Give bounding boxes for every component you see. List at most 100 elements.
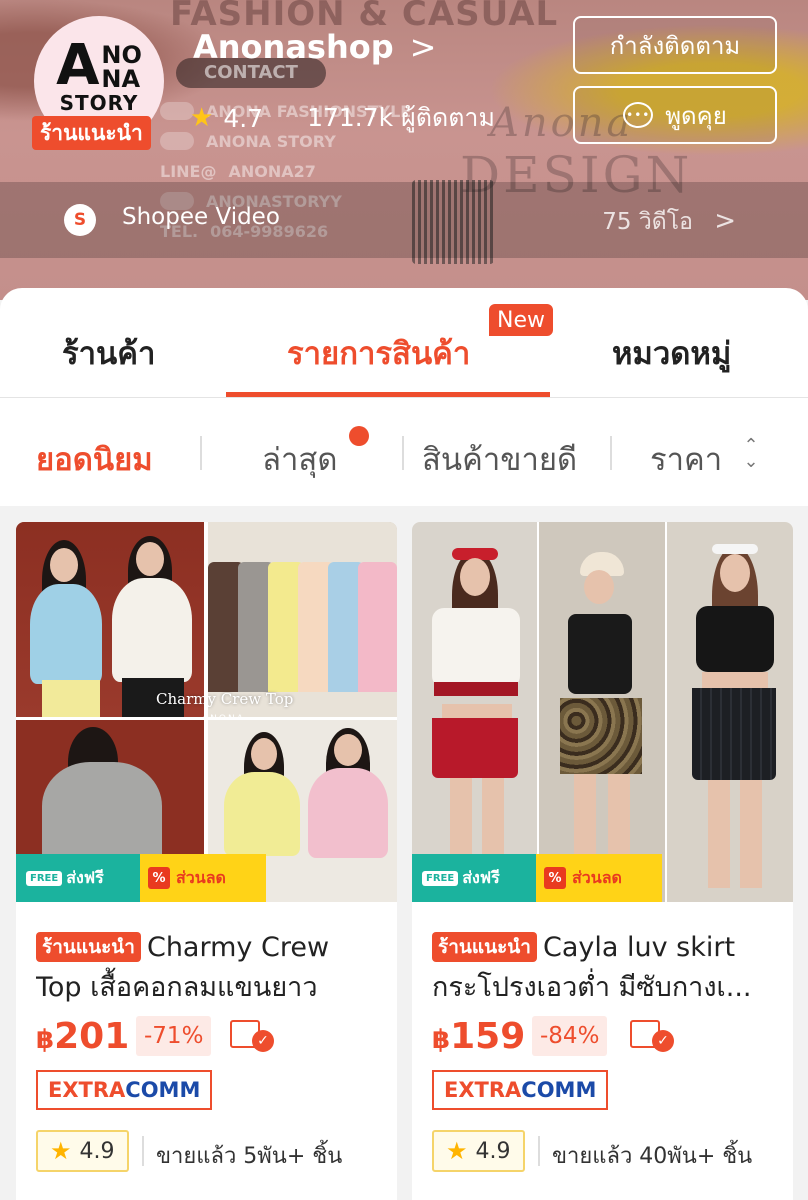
rating-value: 4.9 [475,1138,511,1164]
promo-strip: FREE ส่งฟรี % ส่วนลด [16,854,397,902]
banner-chip [160,132,194,150]
model-top [696,606,774,672]
shopee-video-bar[interactable]: S Shopee Video 75 วิดีโอ > [0,182,808,258]
product-rating: ★ 4.9 [36,1130,129,1172]
logo-no: NO [101,41,142,70]
free-shipping-tag: FREE ส่งฟรี [16,854,140,902]
percent-icon: % [544,867,566,889]
new-badge: New [487,302,555,338]
model-skirt [42,680,100,717]
discount-badge: -71% [136,1016,212,1056]
rating-value: 4.9 [79,1138,115,1164]
star-icon: ★ [446,1137,468,1165]
model-face [251,738,277,770]
divider [402,436,404,470]
free-shipping-label: ส่งฟรี [462,867,500,887]
shop-stats: ★ 4.7 171.7k ผู้ติดตาม [190,98,495,138]
product-price: ฿ 159 [432,1016,525,1057]
shop-tabs: ร้านค้า รายการสินค้า หมวดหมู่ [0,288,808,398]
tab-shop[interactable]: ร้านค้า [62,328,155,378]
sort-arrows-icon[interactable]: ⌃ ⌄ [740,437,762,471]
extra-comm-badge: EXTRA COMM [36,1070,213,1110]
model-face [584,570,614,604]
logo-story: STORY [59,91,139,116]
model-top [308,768,388,858]
model-top [568,614,632,694]
model-face [720,554,750,592]
free-shipping-label: ส่งฟรี [66,867,104,887]
chat-icon: ••• [623,102,654,128]
model-top [112,578,192,682]
shopee-video-icon: S [64,204,96,236]
chat-button[interactable]: ••• พูดคุย [573,86,777,144]
discount-badge: -84% [532,1016,608,1056]
model-top [432,608,520,688]
promo-strip: FREE ส่งฟรี % ส่วนลด [412,854,793,902]
video-count-group: 75 วิดีโอ > [602,204,736,240]
sort-price[interactable]: ราคา [650,434,722,484]
comm-label: COMM [521,1078,597,1102]
banner-line-text: ANONA27 [228,161,316,181]
following-button[interactable]: กำลังติดตาม [573,16,777,74]
extra-label: EXTRA [48,1078,126,1102]
logo-wordmark: A NO NA [56,37,142,93]
model-face [136,542,164,576]
sort-latest[interactable]: ล่าสุด [262,434,337,484]
hanging-top [358,562,397,692]
shop-name-link[interactable]: Anonashop > [193,28,436,66]
model-skirt [692,688,776,780]
model-skirt [560,698,642,774]
free-label: FREE [26,870,63,886]
recommended-badge: ร้านแนะนำ [36,932,141,962]
product-rating: ★ 4.9 [432,1130,525,1172]
product-image[interactable]: FREE ส่งฟรี % ส่วนลด [412,522,793,902]
check-icon: ✓ [652,1030,674,1052]
sort-bar: ยอดนิยม ล่าสุด สินค้าขายดี ราคา [0,398,808,506]
comm-label: COMM [125,1078,201,1102]
shop-header-banner: FASHION & CASUAL CONTACT ANONA FASHIONST… [0,0,808,300]
discount-label: ส่วนลด [572,867,622,887]
banner-chip [160,102,194,120]
product-title[interactable]: ร้านแนะนำ Cayla luv skirt กระโปรงเอวต่ำ ม… [432,928,777,1008]
recommended-shop-badge: ร้านแนะนำ [32,116,151,150]
free-shipping-tag: FREE ส่งฟรี [412,854,536,902]
price-value: 159 [450,1016,526,1057]
product-card[interactable]: FREE ส่งฟรี % ส่วนลด ร้านแนะนำ Cayla luv sk… [412,522,793,1200]
recommended-badge: ร้านแนะนำ [432,932,537,962]
sort-best-selling[interactable]: สินค้าขายดี [422,434,577,484]
check-icon: ✓ [252,1030,274,1052]
model-headband [712,544,758,554]
shop-followers: 171.7k ผู้ติดตาม [307,103,495,132]
new-indicator-dot [349,426,369,446]
video-count: 75 วิดีโอ [602,209,693,235]
model-face [50,548,78,582]
discount-tag: % ส่วนลด [536,854,662,902]
discount-tag: % ส่วนลด [140,854,266,902]
percent-icon: % [148,867,170,889]
photo-caption: Charmy Crew Top [156,690,294,708]
divider [610,436,612,470]
star-icon: ★ [50,1137,72,1165]
model-top [224,772,300,856]
divider [200,436,202,470]
tab-categories[interactable]: หมวดหมู่ [612,328,731,378]
sort-popular[interactable]: ยอดนิยม [36,434,153,484]
banner-line-label: LINE@ [160,161,217,181]
coupon-icon: ✓ [630,1018,676,1052]
shopee-video-label: Shopee Video [122,204,280,230]
divider [538,1136,540,1166]
model-top [30,584,102,684]
tab-products[interactable]: รายการสินค้า [287,328,470,378]
model-face [460,558,490,596]
product-image[interactable]: Charmy Crew Top ANONA FREEส่งฟรี %ส่วนลด [16,522,397,902]
free-label: FREE [422,870,459,886]
active-tab-indicator [226,392,550,397]
chat-button-label: พูดคุย [665,101,727,130]
model-skirt [432,718,518,778]
photo-divider [204,522,208,902]
product-card[interactable]: Charmy Crew Top ANONA FREEส่งฟรี %ส่วนลด… [16,522,397,1200]
product-title[interactable]: ร้านแนะนำ Charmy Crew Top เสื้อคอกลมแขนยา… [36,928,381,1008]
photo-divider [665,522,667,902]
price-value: 201 [54,1016,130,1057]
currency-symbol: ฿ [432,1025,451,1055]
